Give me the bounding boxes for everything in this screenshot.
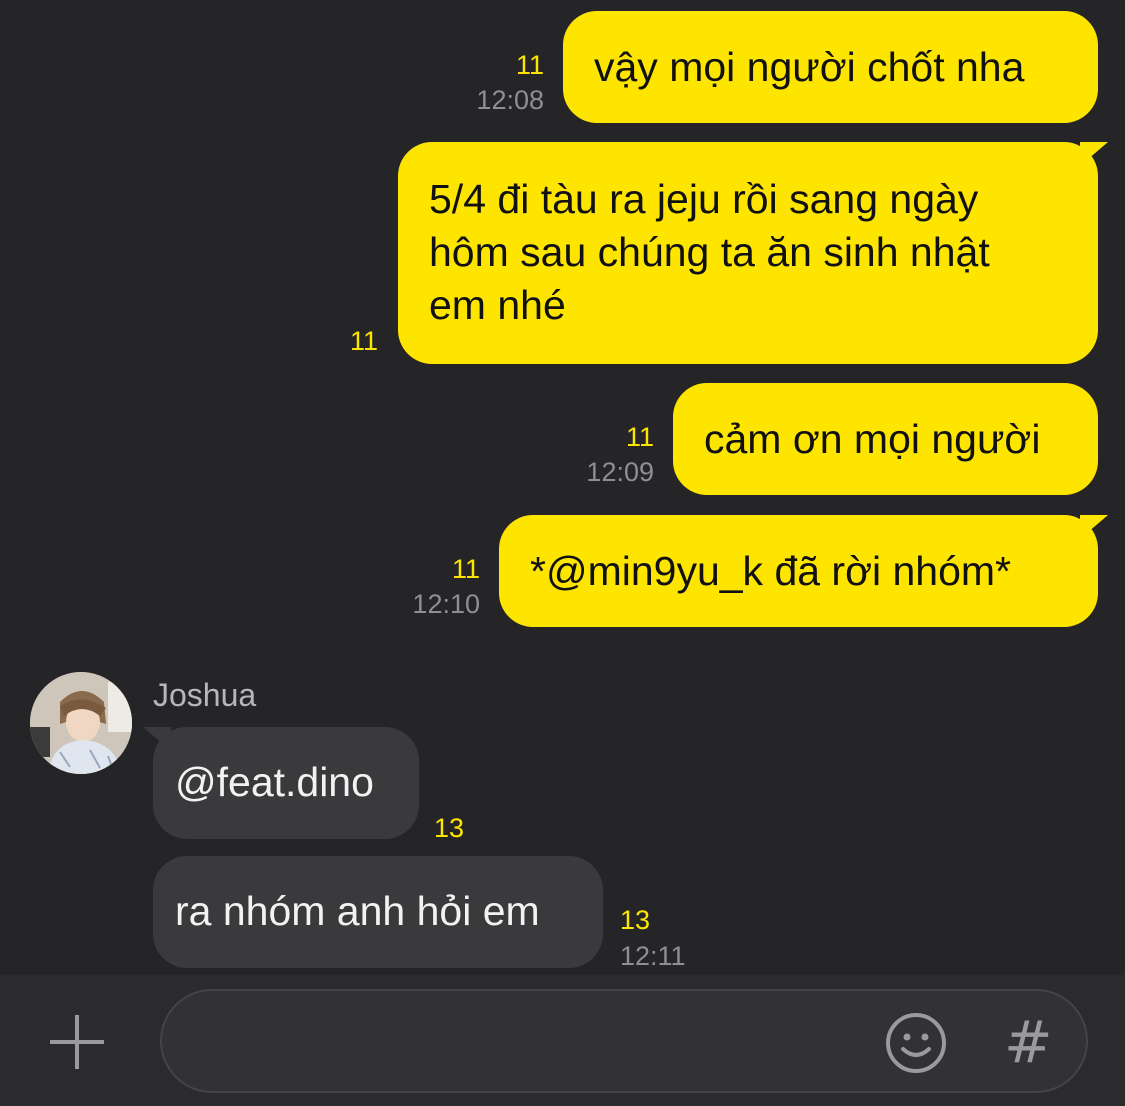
- message-text-line: hôm sau chúng ta ăn sinh nhật: [429, 229, 990, 275]
- my-message-bubble[interactable]: *@min9yu_k đã rời nhóm*: [499, 515, 1098, 627]
- smiley-icon[interactable]: [884, 1011, 948, 1075]
- message-text: cảm ơn mọi người: [704, 416, 1041, 462]
- message-input-container[interactable]: #: [160, 989, 1088, 1093]
- sender-name: Joshua: [153, 677, 257, 713]
- message-time: 12:08: [476, 85, 544, 115]
- unread-count: 11: [349, 326, 378, 356]
- unread-count: 11: [625, 422, 654, 452]
- message-text-line: 5/4 đi tàu ra jeju rồi sang ngày: [429, 176, 979, 222]
- message-text: vậy mọi người chốt nha: [594, 44, 1025, 90]
- other-message-bubble[interactable]: ra nhóm anh hỏi em: [153, 856, 603, 968]
- message-text: @feat.dino: [175, 759, 374, 805]
- unread-count: 13: [620, 905, 651, 935]
- chat-message-list[interactable]: 11 12:08 vậy mọi người chốt nha 11 5/4 đ…: [0, 0, 1125, 975]
- my-message-bubble[interactable]: 5/4 đi tàu ra jeju rồi sang ngày hôm sau…: [398, 142, 1098, 364]
- message-input[interactable]: [192, 1011, 876, 1073]
- message-text: *@min9yu_k đã rời nhóm*: [530, 548, 1011, 594]
- my-message-bubble[interactable]: vậy mọi người chốt nha: [563, 11, 1098, 123]
- unread-count: 11: [515, 50, 544, 80]
- message-time: 12:11: [620, 941, 686, 971]
- avatar[interactable]: [30, 672, 132, 774]
- message-time: 12:10: [412, 589, 480, 619]
- unread-count: 11: [451, 554, 480, 584]
- message-composer: #: [0, 975, 1125, 1106]
- plus-icon[interactable]: [48, 1013, 106, 1071]
- hash-button[interactable]: #: [1004, 1007, 1053, 1077]
- my-message-bubble[interactable]: cảm ơn mọi người: [673, 383, 1098, 495]
- message-text-line: em nhé: [429, 282, 566, 328]
- avatar-photo: [30, 672, 132, 774]
- unread-count: 13: [434, 813, 465, 843]
- message-time: 12:09: [586, 457, 654, 487]
- message-text: ra nhóm anh hỏi em: [175, 888, 540, 934]
- other-message-bubble[interactable]: @feat.dino: [153, 727, 419, 839]
